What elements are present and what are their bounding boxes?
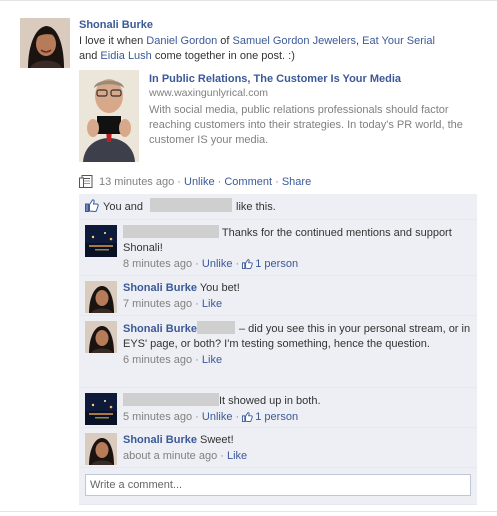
mention-daniel-gordon[interactable]: Daniel Gordon: [146, 35, 217, 47]
comment-meta: 6 minutes ago · Like: [123, 354, 223, 366]
like-count-text: 1 person: [255, 258, 299, 270]
comment-body: Shonali Burke – did you see this in your …: [123, 321, 471, 368]
mention-eidia-lush[interactable]: Eidia Lush: [100, 50, 151, 62]
attachment-title[interactable]: In Public Relations, The Customer Is You…: [149, 72, 487, 86]
mention-samuel-gordon-jewelers[interactable]: Samuel Gordon Jewelers: [233, 35, 357, 47]
feedback-area: You and like this. Thanks for the contin…: [79, 194, 477, 505]
likes-prefix: You and: [103, 201, 143, 213]
post-timestamp[interactable]: 13 minutes ago: [99, 176, 174, 188]
link-attachment: In Public Relations, The Customer Is You…: [79, 70, 489, 166]
write-comment-input[interactable]: Write a comment...: [85, 474, 471, 496]
comment-time: 7 minutes ago: [123, 298, 193, 310]
redacted-name: [150, 198, 233, 212]
comment-body: Thanks for the continued mentions and su…: [123, 225, 471, 274]
comment-meta: 5 minutes ago · Unlike · 1 person: [123, 410, 471, 427]
message-text: I love it when: [79, 35, 147, 47]
redacted-commenter: [123, 393, 219, 406]
share-link[interactable]: Share: [282, 176, 311, 188]
comment-item: Shonali Burke You bet! 7 minutes ago · L…: [79, 276, 477, 316]
comment-item: Thanks for the continued mentions and su…: [79, 220, 477, 276]
like-thumb-icon: [242, 259, 253, 274]
attachment-description: With social media, public relations prof…: [149, 104, 463, 146]
comment-like-count[interactable]: 1 person: [242, 411, 298, 423]
comment-time: 6 minutes ago: [123, 354, 193, 366]
comment-text: It showed up in both.: [219, 395, 321, 407]
commenter-avatar[interactable]: [85, 433, 117, 465]
top-divider: [0, 0, 497, 8]
post-message: I love it when Daniel Gordon of Samuel G…: [79, 34, 489, 64]
comment-meta: 7 minutes ago · Like: [123, 298, 223, 310]
comment-text: Sweet!: [200, 434, 234, 446]
post-actions: 13 minutes ago · Unlike · Comment · Shar…: [79, 174, 489, 190]
attachment-url[interactable]: www.waxingunlyrical.com: [149, 86, 487, 100]
comment-like-link[interactable]: Like: [202, 298, 222, 310]
comment-composer: Write a comment...: [79, 468, 477, 505]
comment-time: 8 minutes ago: [123, 258, 193, 270]
commenter-avatar[interactable]: [85, 281, 117, 313]
author-avatar[interactable]: [20, 18, 70, 68]
separator: ·: [214, 176, 225, 188]
comment-item: Shonali Burke Sweet! about a minute ago …: [79, 428, 477, 468]
comment-item: It showed up in both. 5 minutes ago · Un…: [79, 388, 477, 428]
comment-time: about a minute ago: [123, 450, 218, 462]
comment-author-link[interactable]: Shonali Burke: [123, 434, 197, 446]
like-thumb-icon: [242, 412, 253, 427]
likes-sentence: You and like this.: [79, 194, 477, 220]
separator: ·: [174, 176, 184, 188]
comment-like-count[interactable]: 1 person: [242, 258, 298, 270]
redacted-mention: [196, 321, 235, 334]
mention-eat-your-serial[interactable]: Eat Your Serial: [362, 35, 435, 47]
unlike-link[interactable]: Unlike: [184, 176, 215, 188]
commenter-avatar[interactable]: [85, 225, 117, 257]
like-count-text: 1 person: [255, 411, 299, 423]
message-text: come together in one post. :): [151, 50, 295, 62]
redacted-commenter: [123, 225, 219, 238]
comment-link[interactable]: Comment: [224, 176, 272, 188]
likes-suffix: like this.: [236, 201, 276, 213]
message-text: and: [79, 50, 101, 62]
comment-meta: 8 minutes ago · Unlike · 1 person: [123, 257, 471, 274]
comment-time: 5 minutes ago: [123, 411, 193, 423]
separator: ·: [272, 176, 282, 188]
comment-body: Shonali Burke Sweet! about a minute ago …: [123, 433, 471, 464]
bottom-divider: [0, 511, 497, 512]
commenter-avatar[interactable]: [85, 321, 117, 353]
comment-meta: about a minute ago · Like: [123, 450, 248, 462]
comment-author-link[interactable]: Shonali Burke: [123, 282, 197, 294]
message-text: of: [217, 35, 233, 47]
commenter-avatar[interactable]: [85, 393, 117, 425]
attachment-thumbnail[interactable]: [79, 70, 139, 162]
comment-author-link[interactable]: Shonali Burke: [123, 323, 197, 335]
post-author-link[interactable]: Shonali Burke: [79, 18, 489, 32]
comment-unlike-link[interactable]: Unlike: [202, 258, 233, 270]
feed-story-icon: [79, 175, 93, 193]
attachment-body: In Public Relations, The Customer Is You…: [149, 72, 487, 148]
comment-unlike-link[interactable]: Unlike: [202, 411, 233, 423]
comment-item: Shonali Burke – did you see this in your …: [79, 316, 477, 388]
comment-body: Shonali Burke You bet! 7 minutes ago · L…: [123, 281, 471, 312]
comment-body: It showed up in both. 5 minutes ago · Un…: [123, 393, 471, 427]
comment-like-link[interactable]: Like: [227, 450, 247, 462]
comment-like-link[interactable]: Like: [202, 354, 222, 366]
story-header: Shonali Burke I love it when Daniel Gord…: [79, 18, 489, 64]
comment-text: You bet!: [199, 282, 240, 294]
like-thumb-icon: [85, 196, 99, 222]
